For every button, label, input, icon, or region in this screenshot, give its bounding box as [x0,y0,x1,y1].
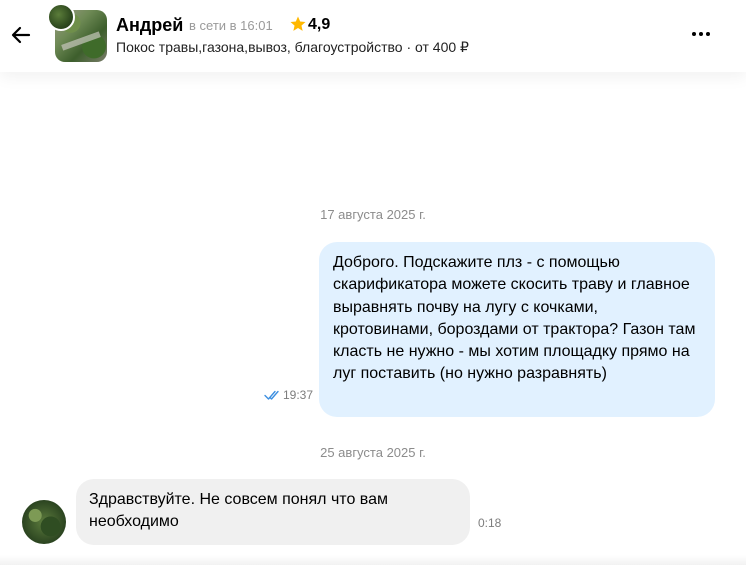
sender-avatar[interactable] [22,500,66,544]
seller-avatar[interactable] [47,3,75,31]
online-status: в сети в 16:01 [189,18,273,33]
back-button[interactable] [6,20,36,50]
date-separator: 17 августа 2025 г. [320,207,426,222]
seller-rating: 4,9 [308,16,331,33]
message-time: 0:18 [478,516,502,530]
message-outgoing[interactable]: Доброго. Подскажите плз - с помощью скар… [319,242,715,417]
double-check-icon [264,390,279,400]
message-time: 19:37 [283,388,314,402]
message-incoming[interactable]: Здравствуйте. Не совсем понял что вам не… [76,479,470,545]
seller-name[interactable]: Андрей [116,15,183,36]
more-button[interactable] [688,22,714,46]
input-area-edge [0,555,746,565]
more-horizontal-icon [692,32,696,36]
star-icon [290,16,306,31]
date-separator: 25 августа 2025 г. [320,445,426,460]
ad-title[interactable]: Покос травы,газона,вывоз, благоустройств… [116,39,469,56]
chat-header: Андрей в сети в 16:01 4,9 Покос травы,га… [0,0,746,72]
arrow-left-icon [11,26,31,44]
